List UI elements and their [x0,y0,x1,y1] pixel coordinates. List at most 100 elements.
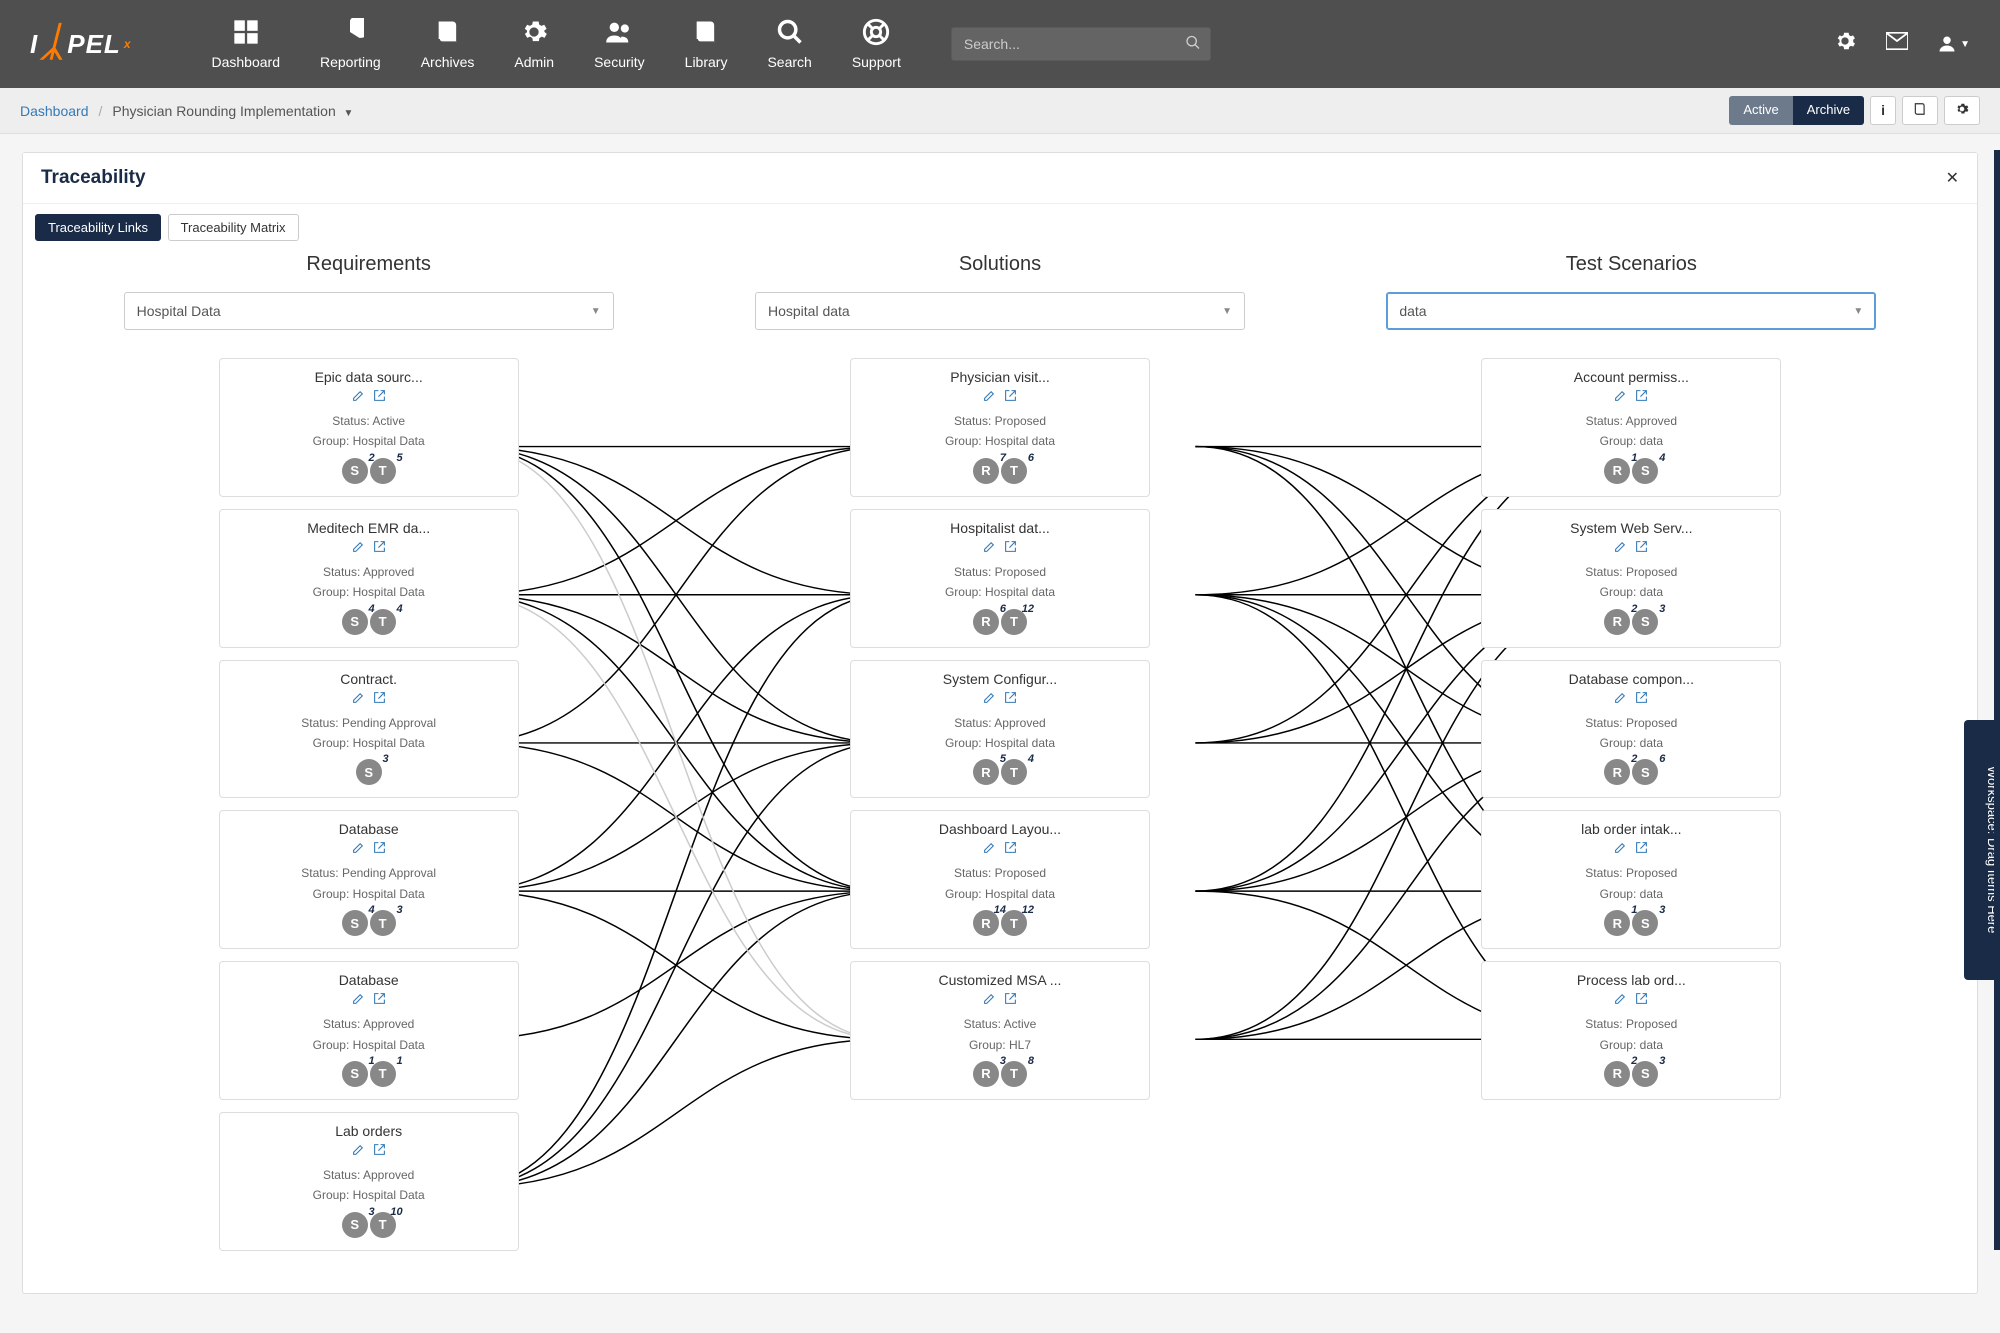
badge-S[interactable]: S3 [342,1212,368,1238]
settings-button[interactable] [1944,96,1980,125]
open-icon[interactable] [373,841,386,857]
edit-icon[interactable] [352,389,365,405]
req-dropdown[interactable]: Hospital Data▼ [124,292,614,330]
breadcrumb-root[interactable]: Dashboard [20,103,89,119]
nav-item-security[interactable]: Security [594,18,645,70]
tab-matrix[interactable]: Traceability Matrix [168,214,299,241]
nav-item-reporting[interactable]: Reporting [320,18,381,70]
badge-T[interactable]: T4 [1001,759,1027,785]
edit-icon[interactable] [1614,841,1627,857]
info-button[interactable]: i [1870,96,1896,125]
badge-T[interactable]: T4 [370,609,396,635]
card[interactable]: Hospitalist dat...Status: ProposedGroup:… [850,509,1150,648]
open-icon[interactable] [373,389,386,405]
open-icon[interactable] [1004,841,1017,857]
card[interactable]: System Configur...Status: ApprovedGroup:… [850,660,1150,799]
card[interactable]: lab order intak...Status: ProposedGroup:… [1481,810,1781,949]
edit-icon[interactable] [1614,540,1627,556]
edit-icon[interactable] [1614,992,1627,1008]
sol-dropdown[interactable]: Hospital data▼ [755,292,1245,330]
badge-T[interactable]: T6 [1001,458,1027,484]
card[interactable]: Database compon...Status: ProposedGroup:… [1481,660,1781,799]
edit-icon[interactable] [1614,389,1627,405]
badge-T[interactable]: T12 [1001,910,1027,936]
card[interactable]: Dashboard Layou...Status: ProposedGroup:… [850,810,1150,949]
open-icon[interactable] [1635,540,1648,556]
badge-R[interactable]: R2 [1604,759,1630,785]
open-icon[interactable] [373,992,386,1008]
edit-icon[interactable] [352,992,365,1008]
nav-item-search[interactable]: Search [767,18,811,70]
open-icon[interactable] [373,540,386,556]
nav-item-archives[interactable]: Archives [421,18,475,70]
badge-S[interactable]: S3 [356,759,382,785]
nav-item-support[interactable]: Support [852,18,901,70]
edit-icon[interactable] [983,389,996,405]
open-icon[interactable] [1635,992,1648,1008]
open-icon[interactable] [1635,389,1648,405]
mail-icon[interactable] [1886,32,1908,56]
edit-icon[interactable] [352,540,365,556]
gear-icon[interactable] [1834,30,1856,58]
edit-icon[interactable] [352,1143,365,1159]
badge-T[interactable]: T3 [370,910,396,936]
edit-icon[interactable] [983,691,996,707]
badge-S[interactable]: S1 [342,1061,368,1087]
badge-S[interactable]: S6 [1632,759,1658,785]
open-icon[interactable] [1004,691,1017,707]
badge-R[interactable]: R7 [973,458,999,484]
card[interactable]: DatabaseStatus: ApprovedGroup: Hospital … [219,961,519,1100]
scrollbar-track[interactable] [1994,150,2000,1250]
badge-S[interactable]: S3 [1632,609,1658,635]
badge-T[interactable]: T8 [1001,1061,1027,1087]
badge-S[interactable]: S3 [1632,1061,1658,1087]
badge-R[interactable]: R3 [973,1061,999,1087]
open-icon[interactable] [1004,540,1017,556]
test-dropdown[interactable]: data▼ [1386,292,1876,330]
user-menu[interactable]: ▼ [1938,34,1970,54]
edit-icon[interactable] [983,540,996,556]
card[interactable]: Lab ordersStatus: ApprovedGroup: Hospita… [219,1112,519,1251]
edit-icon[interactable] [983,992,996,1008]
tab-archive[interactable]: Archive [1793,96,1864,125]
card[interactable]: DatabaseStatus: Pending ApprovalGroup: H… [219,810,519,949]
tab-links[interactable]: Traceability Links [35,214,161,241]
badge-T[interactable]: T1 [370,1061,396,1087]
badge-R[interactable]: R1 [1604,910,1630,936]
badge-R[interactable]: R14 [973,910,999,936]
badge-T[interactable]: T12 [1001,609,1027,635]
tab-active[interactable]: Active [1729,96,1792,125]
open-icon[interactable] [373,691,386,707]
badge-S[interactable]: S4 [1632,458,1658,484]
badge-S[interactable]: S3 [1632,910,1658,936]
badge-R[interactable]: R1 [1604,458,1630,484]
badge-R[interactable]: R5 [973,759,999,785]
nav-item-admin[interactable]: Admin [514,18,554,70]
card[interactable]: Account permiss...Status: ApprovedGroup:… [1481,358,1781,497]
badge-T[interactable]: T10 [370,1212,396,1238]
edit-icon[interactable] [983,841,996,857]
edit-icon[interactable] [352,841,365,857]
card[interactable]: Physician visit...Status: ProposedGroup:… [850,358,1150,497]
breadcrumb-current[interactable]: Physician Rounding Implementation ▼ [112,103,353,119]
search-input[interactable] [951,27,1211,61]
badge-S[interactable]: S4 [342,910,368,936]
card[interactable]: Customized MSA ...Status: ActiveGroup: H… [850,961,1150,1100]
nav-item-dashboard[interactable]: Dashboard [212,18,281,70]
card[interactable]: System Web Serv...Status: ProposedGroup:… [1481,509,1781,648]
nav-item-library[interactable]: Library [685,18,728,70]
edit-icon[interactable] [352,691,365,707]
search-icon[interactable] [1185,35,1201,54]
close-icon[interactable]: ✕ [1946,168,1959,188]
library-button[interactable] [1902,96,1938,125]
badge-R[interactable]: R2 [1604,609,1630,635]
open-icon[interactable] [1635,691,1648,707]
badge-S[interactable]: S4 [342,609,368,635]
open-icon[interactable] [373,1143,386,1159]
open-icon[interactable] [1004,992,1017,1008]
card[interactable]: Meditech EMR da...Status: ApprovedGroup:… [219,509,519,648]
badge-R[interactable]: R6 [973,609,999,635]
open-icon[interactable] [1004,389,1017,405]
badge-S[interactable]: S2 [342,458,368,484]
badge-R[interactable]: R2 [1604,1061,1630,1087]
